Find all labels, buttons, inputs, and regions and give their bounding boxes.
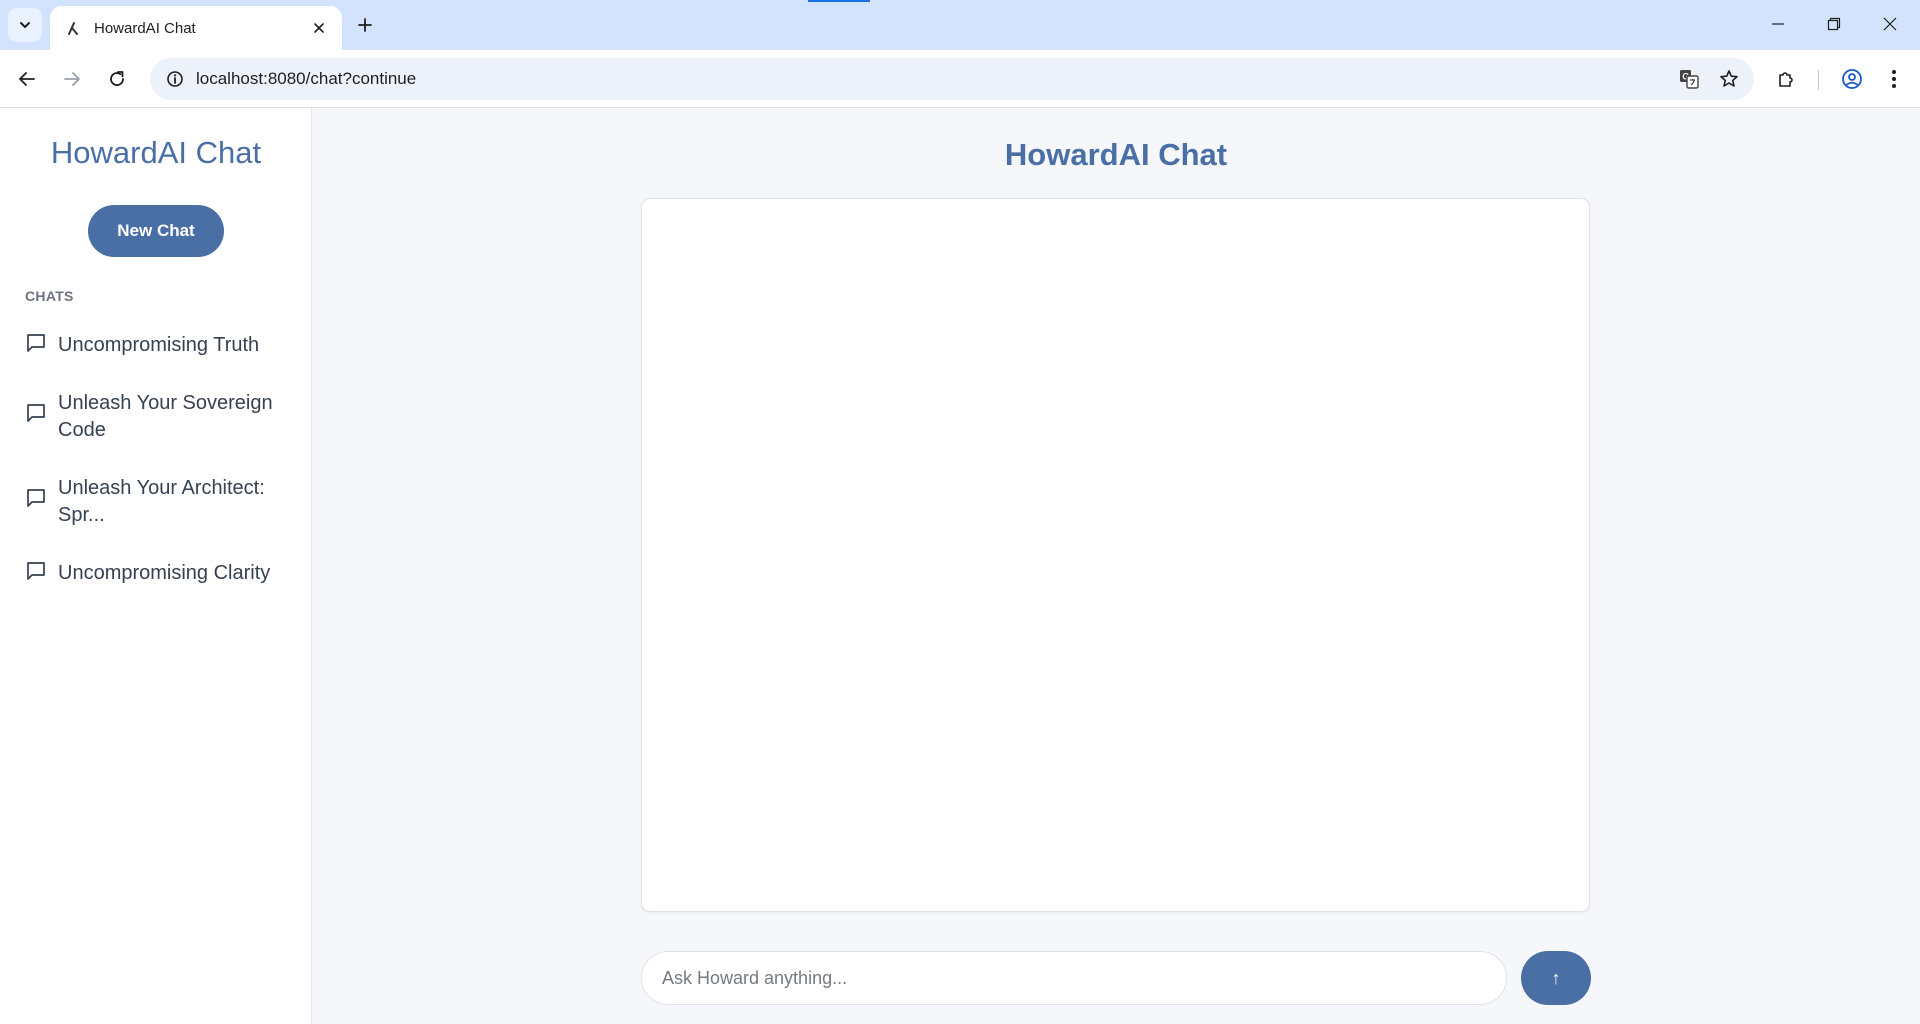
restore-button[interactable]: [1806, 0, 1862, 48]
new-tab-button[interactable]: [350, 10, 380, 40]
chat-bubble-icon: [27, 489, 45, 507]
more-vert-icon: [1892, 70, 1896, 88]
info-icon[interactable]: [160, 64, 190, 94]
restore-icon: [1827, 17, 1841, 31]
chats-heading: CHATS: [25, 288, 74, 304]
address-bar[interactable]: localhost:8080/chat?continue G: [150, 58, 1754, 100]
chat-list-item[interactable]: Uncompromising Clarity: [25, 560, 295, 587]
send-button[interactable]: ↑: [1521, 951, 1591, 1005]
star-icon[interactable]: [1712, 62, 1746, 96]
chat-list-item[interactable]: Uncompromising Truth: [25, 332, 295, 359]
chat-list-item-label: Uncompromising Clarity: [58, 562, 271, 584]
close-window-button[interactable]: [1862, 0, 1918, 48]
profile-button[interactable]: [1834, 61, 1870, 97]
plus-icon: [358, 18, 372, 32]
minimize-icon: [1772, 23, 1784, 25]
toolbar-divider: [1818, 70, 1819, 90]
chat-list-item-label: Uncompromising Truth: [58, 334, 260, 356]
sidebar-brand: HowardAI Chat: [50, 135, 262, 170]
reload-button[interactable]: [99, 61, 135, 97]
arrow-right-icon: [64, 72, 80, 86]
new-chat-button[interactable]: New Chat: [88, 205, 224, 257]
forward-button[interactable]: [54, 61, 90, 97]
page-title: HowardAI Chat: [1004, 137, 1228, 172]
chat-bubble-icon: [27, 562, 45, 580]
close-icon: [1883, 17, 1897, 31]
chevron-down-icon: [20, 22, 30, 28]
chat-list-item[interactable]: Unleash Your Sovereign Code: [25, 390, 295, 444]
chat-list-item-label: Unleash Your Sovereign Code: [58, 392, 273, 441]
browser-toolbar: localhost:8080/chat?continue G: [0, 50, 1920, 108]
minimize-button[interactable]: [1750, 0, 1806, 48]
loading-indicator: [808, 0, 870, 2]
arrow-left-icon: [19, 72, 35, 86]
tab-search-button[interactable]: [8, 8, 42, 42]
sidebar: HowardAI Chat New Chat CHATS Uncompromis…: [0, 108, 312, 1024]
chat-list-item[interactable]: Unleash Your Architect: Spr...: [25, 475, 295, 529]
puzzle-icon: [1779, 72, 1793, 87]
reload-icon: [110, 71, 124, 86]
profile-icon: [1842, 69, 1862, 89]
back-button[interactable]: [9, 61, 45, 97]
tab-close-icon[interactable]: [308, 17, 330, 39]
message-input[interactable]: [641, 951, 1507, 1005]
translate-icon[interactable]: G: [1672, 62, 1706, 96]
url-text: localhost:8080/chat?continue: [196, 69, 417, 88]
chat-bubble-icon: [27, 334, 45, 352]
chat-messages-panel[interactable]: [641, 198, 1590, 912]
browser-menu-button[interactable]: [1876, 61, 1912, 97]
page-content: HowardAI Chat New Chat CHATS Uncompromis…: [0, 108, 1920, 1024]
browser-tab-bar: HowardAI Chat: [0, 0, 1920, 50]
chat-list-item-label: Unleash Your Architect: Spr...: [58, 477, 265, 526]
tab-title: HowardAI Chat: [94, 19, 196, 37]
app-favicon-icon: [64, 19, 82, 37]
extensions-button[interactable]: [1768, 61, 1804, 97]
chat-bubble-icon: [27, 404, 45, 422]
browser-tab[interactable]: HowardAI Chat: [50, 6, 342, 50]
